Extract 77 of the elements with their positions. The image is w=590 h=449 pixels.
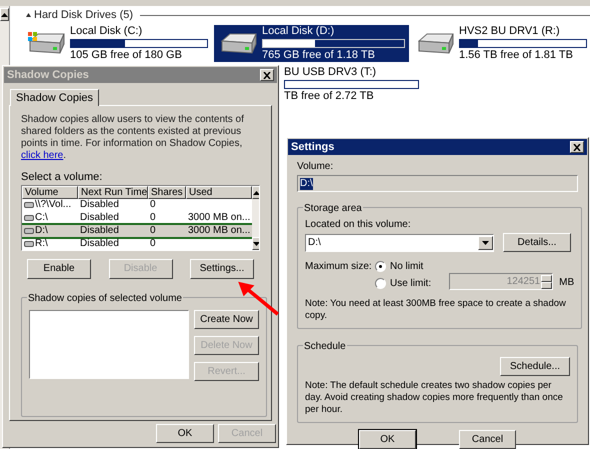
table-cell: Disabled: [80, 224, 119, 237]
group-label: Storage area: [304, 203, 362, 214]
scrollbar[interactable]: [252, 186, 259, 250]
group-label: Shadow copies of selected volume: [28, 293, 182, 304]
window-title: Shadow Copies: [7, 68, 89, 83]
field-label: Select a volume:: [21, 171, 104, 184]
button[interactable]: OK: [359, 430, 416, 449]
table-cell: Disabled: [80, 212, 119, 224]
group-header: Hard Disk Drives (5): [34, 8, 134, 23]
volume-row[interactable]: R:\ Disabled 0: [22, 237, 252, 250]
hard-drive-icon: [218, 30, 258, 56]
drive-free-space: 105 GB free of 180 GB: [70, 49, 183, 62]
drive-name: BU USB DRV3 (T:): [284, 66, 378, 79]
table-cell: 3000 MB on...: [188, 212, 250, 224]
close-icon: [263, 72, 271, 78]
help-link[interactable]: click here: [21, 150, 64, 161]
table-cell: 3000 MB on...: [188, 224, 250, 237]
field-label: Volume:: [297, 161, 334, 173]
scroll-up-icon: [1, 12, 8, 16]
volume-row[interactable]: \\?\Vol... Disabled 0: [22, 199, 252, 212]
volume-row[interactable]: D:\ Disabled 0 3000 MB on...: [22, 224, 252, 238]
close-icon: [573, 144, 581, 150]
table-cell: D:\: [35, 224, 48, 237]
column-header[interactable]: Volume: [22, 186, 78, 199]
note-text: Note: The default schedule creates two shadow copies per day. Avoid creating shadow copies more frequently than once per hour.: [305, 380, 564, 416]
radio-button[interactable]: [375, 261, 386, 272]
table-cell: \\?\Vol...: [35, 199, 72, 212]
field-label: Located on this volume:: [305, 219, 412, 231]
column-header[interactable]: Used: [186, 186, 252, 199]
drive-tile[interactable]: Local Disk (D:) 765 GB free of 1.18 TB: [214, 25, 409, 62]
radio-button[interactable]: [375, 278, 386, 289]
column-header[interactable]: Shares: [148, 186, 186, 199]
table-cell: Disabled: [80, 238, 119, 250]
button[interactable]: Cancel: [459, 430, 516, 449]
volume-row[interactable]: C:\ Disabled 0 3000 MB on...: [22, 212, 252, 224]
table-cell: C:\: [35, 212, 48, 224]
radio-label[interactable]: No limit: [390, 260, 424, 273]
drive-name: Local Disk (C:): [70, 25, 144, 38]
drive-tile[interactable]: Local Disk (C:) 105 GB free of 180 GB: [22, 25, 212, 62]
window-title: Settings: [291, 140, 334, 155]
table-cell: Disabled: [80, 199, 119, 212]
field-label: Maximum size:: [305, 260, 373, 274]
hard-drive-icon: [415, 30, 455, 56]
description-text: Shadow copies allow users to view the contents of shared folders as the contents existed at previous points in time. For information on Shadow Copies, click here.: [21, 114, 245, 162]
scroll-down-icon: [253, 242, 259, 246]
column-header[interactable]: Next Run Time: [78, 186, 148, 199]
drive-free-space: TB free of 2.72 TB: [284, 90, 375, 103]
drive-tile[interactable]: HVS2 BU DRV1 (R:) 1.56 TB free of 1.81 TB: [411, 25, 590, 62]
table-cell: R:\: [35, 238, 48, 250]
button[interactable]: Settings...: [190, 259, 254, 279]
close-button[interactable]: [260, 69, 274, 81]
button[interactable]: OK: [156, 424, 214, 443]
tab[interactable]: Shadow Copies: [10, 89, 100, 106]
button[interactable]: Create Now: [194, 310, 259, 329]
arrow-drawing: [236, 280, 280, 316]
unit-label: MB: [559, 276, 574, 290]
dropdown-arrow-icon: [482, 240, 489, 244]
group-label: Schedule: [304, 341, 346, 352]
drive-name: Local Disk (D:): [262, 25, 336, 38]
button[interactable]: Enable: [27, 259, 91, 279]
drive-name: HVS2 BU DRV1 (R:): [459, 25, 561, 38]
button[interactable]: Schedule...: [500, 357, 570, 376]
drive-free-space: 1.56 TB free of 1.81 TB: [459, 49, 574, 62]
collapse-icon[interactable]: [26, 13, 31, 17]
table-cell: 0: [150, 224, 156, 237]
field-value: D:\: [300, 178, 313, 190]
table-cell: 0: [150, 238, 156, 250]
scroll-up-icon: [253, 190, 259, 194]
close-button[interactable]: [570, 141, 584, 153]
volume-dropdown[interactable]: D:\: [305, 234, 494, 252]
hard-drive-icon: [26, 30, 66, 56]
button[interactable]: Details...: [503, 233, 571, 252]
drive-free-space: 765 GB free of 1.18 TB: [262, 49, 376, 62]
note-text: Note: You need at least 300MB free space to create a shadow copy.: [305, 298, 567, 322]
table-cell: 0: [150, 212, 156, 224]
radio-label[interactable]: Use limit:: [390, 277, 432, 290]
table-cell: 0: [150, 199, 156, 212]
